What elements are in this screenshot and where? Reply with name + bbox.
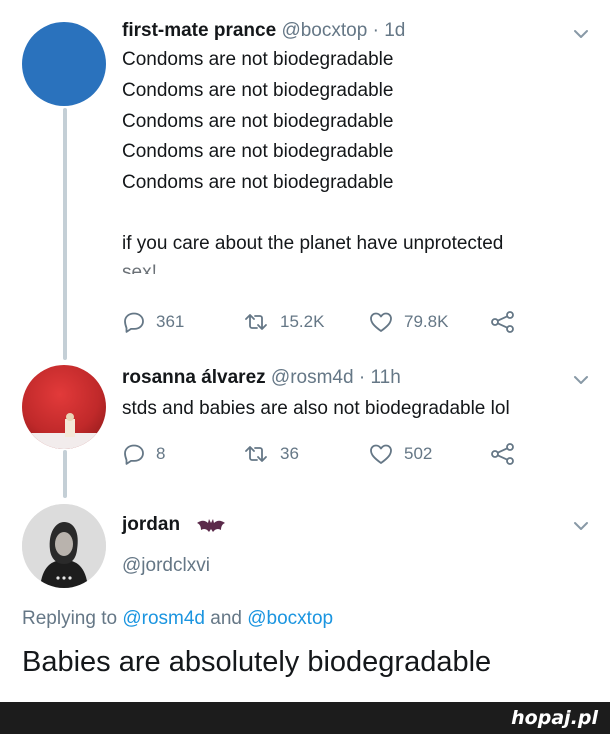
tweet-text: stds and babies are also not biodegradab…	[122, 398, 510, 419]
retweet-button[interactable]: 36	[242, 441, 299, 467]
display-name[interactable]: jordan	[122, 514, 180, 535]
replying-to-prefix: Replying to	[22, 608, 118, 629]
chevron-down-icon[interactable]	[571, 27, 591, 41]
like-button[interactable]: 79.8K	[368, 309, 448, 335]
tweet-text: Babies are absolutely biodegradable	[22, 646, 492, 678]
like-count: 502	[404, 444, 433, 463]
chevron-down-icon[interactable]	[571, 373, 591, 387]
retweet-icon	[245, 314, 267, 330]
share-icon	[491, 311, 514, 333]
reply-count: 361	[156, 312, 185, 331]
avatar[interactable]	[22, 22, 106, 106]
tweet-line: Condoms are not biodegradable	[122, 111, 394, 132]
tweet-line: Condoms are not biodegradable	[122, 80, 394, 101]
thread-line	[63, 450, 67, 498]
reply-icon	[124, 312, 144, 333]
mention-link[interactable]: @rosm4d	[122, 608, 205, 629]
user-handle[interactable]: @jordclxvi	[122, 555, 210, 576]
share-button[interactable]	[490, 309, 516, 335]
separator-dot: ·	[358, 367, 366, 388]
tweet-line: Condoms are not biodegradable	[122, 49, 394, 70]
tweet-header: first-mate prance @bocxtop · 1d	[122, 20, 405, 42]
chevron-down-icon[interactable]	[571, 519, 591, 533]
reply-count: 8	[156, 444, 166, 463]
tweet-header-handle: @jordclxvi	[122, 555, 210, 577]
retweet-count: 36	[280, 444, 299, 463]
replying-to: Replying to @rosm4d and @bocxtop	[22, 608, 333, 630]
share-icon	[491, 443, 514, 465]
watermark-brand: hopaj.pl	[511, 707, 598, 729]
user-handle[interactable]: @bocxtop	[281, 20, 367, 41]
like-icon	[370, 312, 392, 332]
timestamp[interactable]: 11h	[370, 367, 400, 388]
avatar-figure	[22, 413, 106, 449]
mention-link[interactable]: @bocxtop	[247, 608, 333, 629]
tweet-line: sex!	[122, 262, 157, 274]
reply-button[interactable]: 361	[122, 309, 184, 335]
reply-button[interactable]: 8	[122, 441, 165, 467]
timestamp[interactable]: 1d	[384, 20, 405, 41]
retweet-count: 15.2K	[280, 312, 325, 331]
replying-to-and: and	[210, 608, 242, 629]
thread-line	[63, 108, 67, 360]
avatar[interactable]	[22, 365, 106, 449]
display-name[interactable]: first-mate prance	[122, 20, 276, 41]
tweet-line: Condoms are not biodegradable	[122, 172, 394, 193]
like-button[interactable]: 502	[368, 441, 432, 467]
tweet-actions: 8 36 502	[122, 441, 522, 467]
retweet-button[interactable]: 15.2K	[242, 309, 324, 335]
reply-icon	[124, 444, 144, 465]
retweet-icon	[245, 446, 267, 462]
like-count: 79.8K	[404, 312, 449, 331]
tweet-line: if you care about the planet have unprot…	[122, 233, 504, 254]
like-icon	[370, 444, 392, 464]
avatar[interactable]	[22, 504, 106, 588]
bat-emoji-icon	[197, 519, 225, 532]
avatar-portrait	[22, 504, 106, 588]
separator-dot: ·	[372, 20, 379, 41]
tweet-line: Condoms are not biodegradable	[122, 141, 394, 162]
tweet-header: jordan	[122, 514, 180, 536]
user-handle[interactable]: @rosm4d	[271, 367, 354, 388]
share-button[interactable]	[490, 441, 516, 467]
tweet-header: rosanna álvarez @rosm4d · 11h	[122, 367, 401, 389]
watermark-bar: hopaj.pl	[0, 702, 610, 734]
display-name[interactable]: rosanna álvarez	[122, 367, 266, 388]
tweet-actions: 361 15.2K 79.8K	[122, 309, 522, 335]
